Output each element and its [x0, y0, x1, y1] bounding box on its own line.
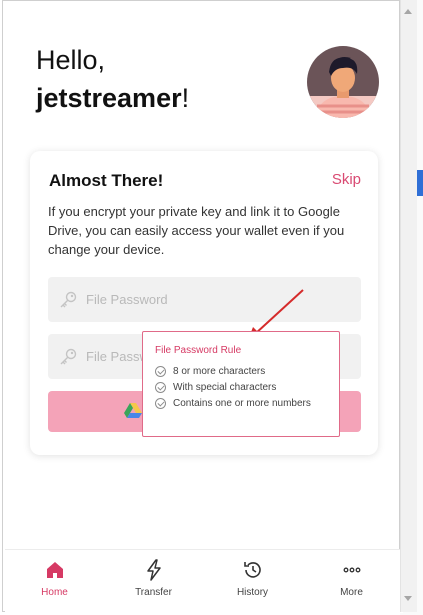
- scrollbar[interactable]: [400, 0, 417, 612]
- google-drive-icon: [124, 403, 142, 418]
- avatar[interactable]: [307, 46, 379, 118]
- avatar-image: [307, 46, 379, 118]
- check-circle-icon: [155, 397, 166, 409]
- nav-history[interactable]: History: [203, 550, 302, 614]
- rule-label: 8 or more characters: [173, 366, 266, 377]
- nav-transfer-label: Transfer: [135, 587, 172, 598]
- card-title: Almost There!: [49, 171, 164, 190]
- scroll-down-icon[interactable]: [404, 596, 412, 601]
- rule-item: 8 or more characters: [155, 365, 265, 379]
- card-description: If you encrypt your private key and link…: [48, 204, 345, 257]
- greeting-hello: Hello,: [36, 45, 106, 75]
- skip-link[interactable]: Skip: [332, 171, 361, 188]
- nav-more[interactable]: More: [302, 550, 401, 614]
- history-icon: [244, 562, 261, 578]
- password-rule-tooltip: File Password Rule 8 or more characters …: [142, 331, 340, 437]
- rule-item: With special characters: [155, 381, 276, 395]
- key-icon: [60, 291, 77, 308]
- key-icon: [60, 348, 77, 365]
- check-circle-icon: [155, 381, 166, 393]
- file-password-field[interactable]: [48, 277, 361, 322]
- greeting-user: jetstreamer!: [36, 83, 189, 114]
- lightning-icon: [147, 559, 161, 581]
- bottom-nav: Home Transfer History More: [5, 549, 403, 613]
- scroll-up-icon[interactable]: [404, 9, 412, 14]
- nav-home[interactable]: Home: [5, 550, 104, 614]
- wallet-popup: Hello, jetstreamer! Almost There! Skip I…: [2, 0, 403, 613]
- rule-item: Contains one or more numbers: [155, 397, 311, 411]
- nav-home-label: Home: [41, 587, 68, 598]
- home-icon: [47, 562, 63, 578]
- tooltip-title: File Password Rule: [155, 345, 242, 356]
- rule-label: With special characters: [173, 382, 277, 393]
- nav-more-label: More: [340, 587, 363, 598]
- check-circle-icon: [155, 365, 166, 377]
- username: jetstreamer: [36, 83, 182, 113]
- rule-label: Contains one or more numbers: [173, 398, 311, 409]
- nav-transfer[interactable]: Transfer: [104, 550, 203, 614]
- more-icon: [343, 567, 361, 573]
- greeting-exclamation: !: [181, 83, 190, 113]
- nav-history-label: History: [236, 587, 269, 598]
